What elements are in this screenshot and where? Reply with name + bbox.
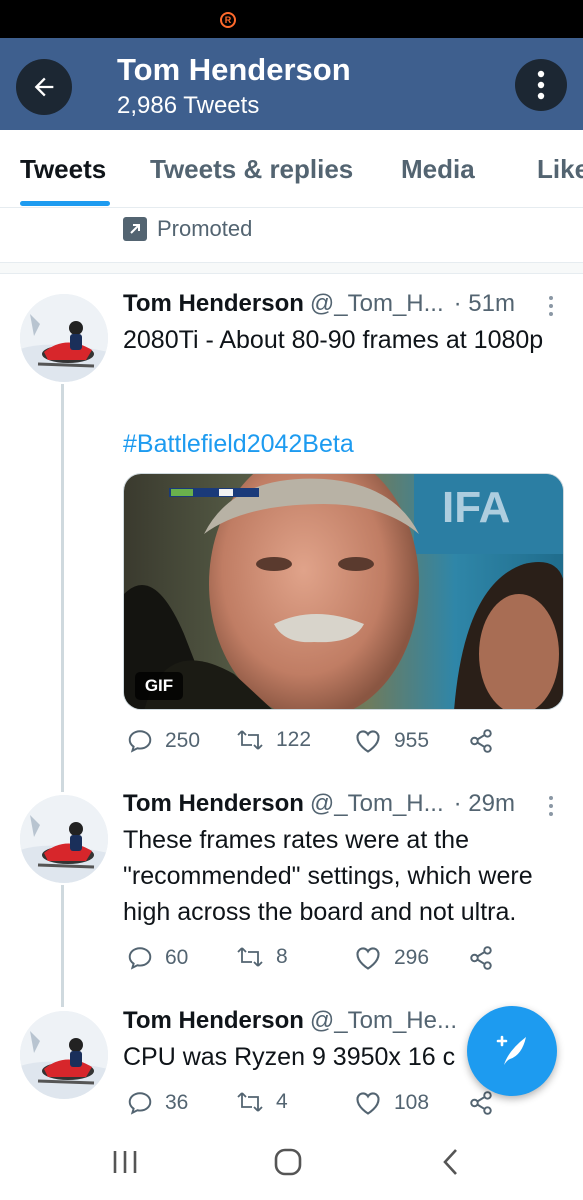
like-count: 296 (394, 946, 430, 969)
heart-icon (356, 947, 380, 970)
tab-media[interactable]: Media (401, 154, 475, 185)
retweet-count: 8 (276, 945, 288, 968)
promoted-arrow-icon (123, 217, 147, 241)
reply-count: 250 (165, 729, 201, 752)
retweet-button[interactable]: 8 (236, 945, 288, 969)
tweet-author-handle[interactable]: @_Tom_H... (310, 790, 444, 818)
tweet-gif-media[interactable]: IFA (123, 473, 564, 710)
back-icon[interactable] (426, 1146, 476, 1178)
retweet-count: 4 (276, 1090, 288, 1113)
reply-count: 60 (165, 946, 189, 969)
retweet-icon (237, 730, 263, 750)
tweet-count: 2,986 Tweets (117, 92, 260, 119)
active-tab-indicator (20, 201, 110, 206)
tweet-options-icon[interactable] (541, 792, 561, 820)
profile-header: Tom Henderson 2,986 Tweets (0, 38, 583, 130)
svg-text:IFA: IFA (442, 483, 510, 532)
back-button[interactable] (16, 59, 72, 115)
compose-tweet-button[interactable] (467, 1006, 557, 1096)
avatar[interactable] (20, 795, 108, 883)
compose-tweet-icon (496, 1035, 526, 1065)
reply-icon (128, 947, 152, 970)
tweet-timestamp[interactable]: · 51m (454, 290, 515, 318)
like-count: 108 (394, 1091, 430, 1114)
hashtag-link[interactable]: #Battlefield2042Beta (123, 430, 354, 459)
promoted-label[interactable]: Promoted (123, 214, 252, 244)
tweet-author-handle[interactable]: @_Tom_H... (310, 290, 444, 318)
more-vertical-icon (537, 70, 545, 100)
reply-count: 36 (165, 1091, 189, 1114)
tweet-header: Tom Henderson @_Tom_H... · 29m (123, 790, 515, 818)
avatar[interactable] (20, 294, 108, 382)
gif-badge: GIF (135, 672, 183, 700)
tweet-text: These frames rates were at the "recommen… (123, 826, 533, 926)
share-icon (470, 729, 492, 753)
retweet-count: 122 (276, 728, 312, 751)
like-button[interactable]: 108 (354, 1090, 429, 1116)
reply-button[interactable]: 36 (127, 1090, 188, 1116)
promoted-text: Promoted (157, 216, 253, 241)
share-icon (470, 946, 492, 970)
like-button[interactable]: 955 (354, 728, 429, 754)
arrow-left-icon (34, 77, 54, 97)
more-options-button[interactable] (515, 59, 567, 111)
avatar[interactable] (20, 1011, 108, 1099)
status-bar: R (0, 0, 583, 38)
reply-button[interactable]: 60 (127, 945, 188, 971)
profile-tabs: Tweets Tweets & replies Media Likes (0, 130, 583, 208)
retweet-button[interactable]: 4 (236, 1090, 288, 1114)
reply-icon (128, 1092, 152, 1115)
tweet-author-handle[interactable]: @_Tom_He... (310, 1007, 457, 1035)
tweet-author-name[interactable]: Tom Henderson (123, 790, 304, 818)
recent-apps-icon[interactable] (100, 1146, 150, 1178)
app-notification-icon: R (220, 12, 236, 28)
share-button[interactable] (468, 945, 494, 971)
reply-button[interactable]: 250 (127, 728, 200, 754)
share-button[interactable] (468, 1090, 494, 1116)
like-count: 955 (394, 729, 430, 752)
tweet-author-name[interactable]: Tom Henderson (123, 1007, 304, 1035)
heart-icon (356, 730, 380, 753)
system-navigation-bar (0, 1124, 583, 1200)
retweet-icon (237, 1092, 263, 1112)
thread-connector (61, 384, 64, 792)
tweet-author-name[interactable]: Tom Henderson (123, 290, 304, 318)
retweet-button[interactable]: 122 (236, 728, 311, 752)
share-button[interactable] (468, 728, 494, 754)
tweet-header: Tom Henderson @_Tom_H... · 51m (123, 290, 515, 318)
tab-likes[interactable]: Likes (537, 154, 583, 185)
tweet-timestamp[interactable]: · 29m (454, 790, 515, 818)
tweet-header: Tom Henderson @_Tom_He... (123, 1007, 467, 1035)
reply-icon (128, 730, 152, 753)
tweet-options-icon[interactable] (541, 292, 561, 320)
like-button[interactable]: 296 (354, 945, 429, 971)
tab-tweets-replies[interactable]: Tweets & replies (150, 154, 353, 185)
share-icon (470, 1091, 492, 1115)
home-icon[interactable] (263, 1146, 313, 1178)
retweet-icon (237, 947, 263, 967)
tweet-text: 2080Ti - About 80-90 frames at 1080p (123, 326, 544, 354)
tab-tweets[interactable]: Tweets (20, 154, 106, 185)
section-separator (0, 262, 583, 274)
heart-icon (356, 1092, 380, 1115)
thread-connector (61, 885, 64, 1007)
profile-name: Tom Henderson (117, 52, 351, 87)
